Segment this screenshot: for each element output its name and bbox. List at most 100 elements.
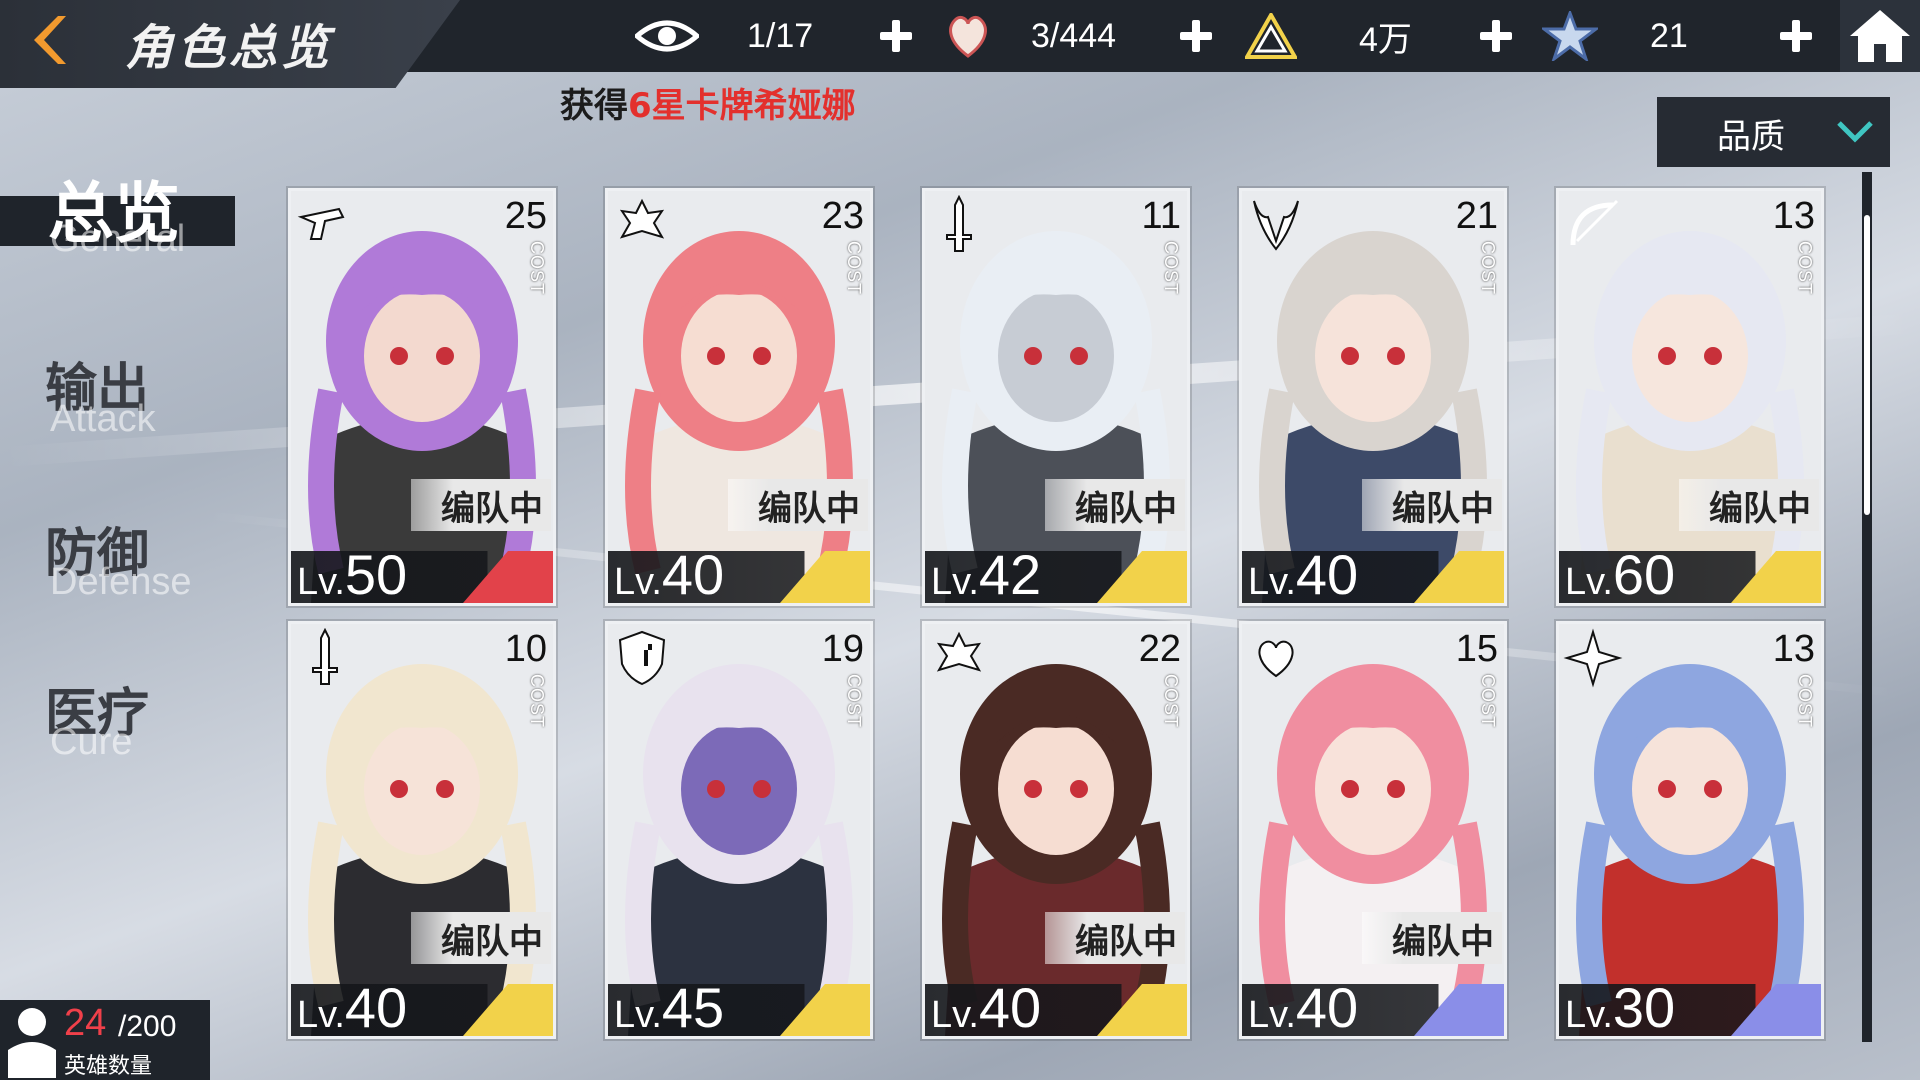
hero-count-max: /200 [118,1010,177,1043]
cost-tag: COST [1478,241,1498,296]
sword-icon [312,628,338,685]
home-button[interactable] [1840,0,1920,72]
card-cost: 11 [1141,195,1181,237]
in-team-label: 编队中 [1075,488,1177,529]
heart-value: 3/444 [1031,16,1117,55]
character-card[interactable]: 11 COST 编队中 Lv.42 [922,188,1190,606]
gun-icon [297,207,345,240]
bow-icon [1570,199,1619,246]
hero-count-panel: 24 /200 英雄数量 [0,1000,210,1080]
tab-cure[interactable]: 医疗 Cure [0,665,200,775]
level-value: 42 [978,543,1042,606]
sort-label: 品质 [1717,117,1785,157]
in-team-label: 编队中 [1075,921,1177,962]
heart-wing-icon [1258,640,1294,678]
scrollbar-thumb[interactable] [1864,215,1870,515]
home-icon [1850,10,1910,62]
heart-add-button[interactable] [1176,16,1216,56]
tab-cure-en: Cure [50,721,133,763]
in-team-badge: 编队中 [728,479,868,531]
tab-defense[interactable]: 防御 Defense [0,505,220,615]
card-cost: 25 [504,195,547,237]
shield-icon [618,630,666,686]
level-prefix: Lv. [297,994,345,1036]
level-prefix: Lv. [1248,994,1296,1036]
card-level: Lv.40 [931,975,1042,1039]
sword-icon [946,195,972,252]
in-team-label: 编队中 [441,488,543,529]
level-value: 40 [1295,976,1359,1039]
character-card[interactable]: 10 COST 编队中 Lv.40 [288,621,556,1039]
eye-icon [635,20,699,52]
card-level: Lv.42 [931,542,1042,606]
level-prefix: Lv. [614,561,662,603]
in-team-label: 编队中 [1392,921,1494,962]
card-level: Lv.40 [1248,975,1359,1039]
level-prefix: Lv. [1565,561,1613,603]
card-level: Lv.40 [614,542,724,603]
sort-dropdown[interactable]: 品质 [1657,97,1890,167]
hero-count-current: 24 [64,1002,107,1044]
card-level: Lv.50 [297,542,408,606]
person-icon [8,1008,56,1078]
in-team-badge: 编队中 [1362,912,1502,964]
resource-eye: 1/17 [635,0,813,72]
character-card[interactable]: 23 COST 编队中 Lv.40 [605,188,873,606]
card-level: Lv.40 [1248,542,1359,606]
eye-value: 1/17 [747,16,814,55]
shuriken-icon [1563,628,1623,688]
demon-icon [1253,200,1299,251]
notice-highlight: 6星卡牌希娅娜 [628,86,856,126]
character-card[interactable]: 21 COST 编队中 Lv.40 [1239,188,1507,606]
character-card[interactable]: 19 COST Lv.45 [605,621,873,1039]
cost-tag: COST [527,241,547,296]
card-level: Lv.45 [614,975,725,1039]
level-prefix: Lv. [931,994,979,1036]
character-card[interactable]: 13 COST Lv.30 [1556,621,1824,1039]
hero-count-label: 英雄数量 [64,1054,153,1079]
star-add-button[interactable] [1776,16,1816,56]
character-card[interactable]: 13 COST 编队中 Lv.60 [1556,188,1824,606]
star-crystal-icon [1542,11,1598,61]
in-team-label: 编队中 [1709,488,1811,529]
notification-banner: 获得6星卡牌希娅娜 [560,78,856,127]
in-team-label: 编队中 [758,488,860,529]
level-value: 45 [661,976,725,1039]
tab-general[interactable]: General 总览 [0,0,240,260]
level-prefix: Lv. [1248,561,1296,603]
eye-add-button[interactable] [876,16,916,56]
emblem-value: 4万 [1359,20,1412,59]
level-value: 40 [978,976,1042,1039]
tab-attack[interactable]: 输出 Attack [0,340,200,450]
level-value: 50 [344,543,408,606]
resource-star: 21 [1542,0,1688,72]
triangle-emblem-icon [1245,13,1297,59]
heart-hand-icon [949,16,987,58]
tab-general-cn: 总览 [48,175,180,252]
notice-prefix: 获得 [560,86,628,126]
cost-tag: COST [1478,674,1498,729]
character-card[interactable]: 25 COST 编队中 Lv.50 [288,188,556,606]
card-cost: 13 [1772,628,1815,670]
level-value: 40 [1295,543,1359,606]
card-level: Lv.40 [297,975,408,1039]
resource-heart: 3/444 [945,0,1116,72]
resource-emblem: 4万 [1245,0,1412,72]
character-card[interactable]: 15 COST 编队中 Lv.40 [1239,621,1507,1039]
cost-tag: COST [1161,674,1181,729]
level-prefix: Lv. [1565,994,1613,1036]
cost-tag: COST [1161,241,1181,296]
in-team-label: 编队中 [1392,488,1494,529]
cost-tag: COST [1795,241,1815,296]
card-cost: 19 [821,628,864,670]
level-value: 60 [1612,543,1676,606]
card-cost: 22 [1138,628,1181,670]
card-level: Lv.60 [1565,542,1676,606]
cost-tag: COST [844,241,864,296]
character-card[interactable]: 22 COST 编队中 Lv.40 [922,621,1190,1039]
emblem-add-button[interactable] [1476,16,1516,56]
level-value: 40 [344,976,408,1039]
cost-tag: COST [527,674,547,729]
cost-tag: COST [844,674,864,729]
in-team-badge: 编队中 [411,912,551,964]
